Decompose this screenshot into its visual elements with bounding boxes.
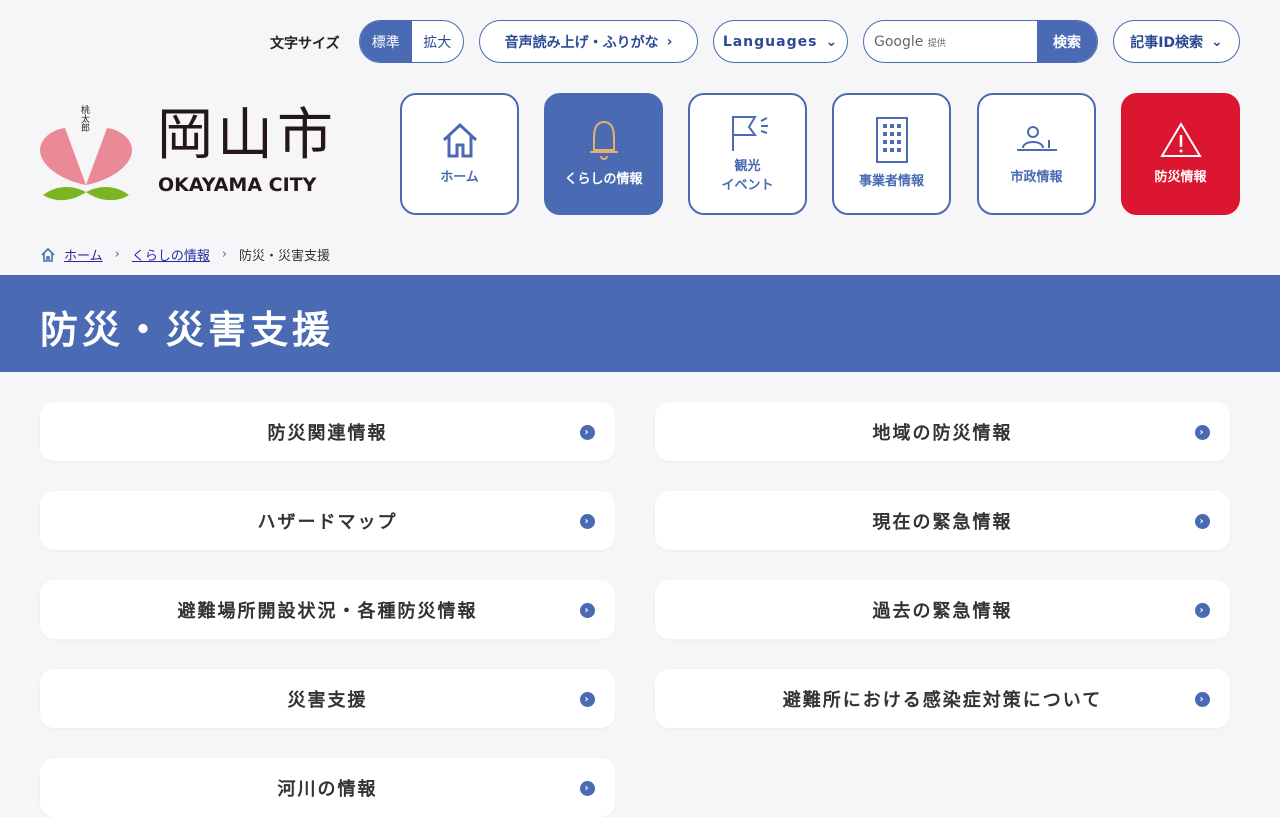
breadcrumb-parent-link[interactable]: くらしの情報 (132, 245, 210, 264)
breadcrumb: ホーム › くらしの情報 › 防災・災害支援 (40, 245, 330, 264)
category-link-card[interactable]: 現在の緊急情報 › (655, 491, 1230, 550)
font-standard-button[interactable]: 標準 (360, 21, 412, 62)
chevron-circle-icon: › (580, 781, 595, 796)
card-label: ハザードマップ (257, 511, 398, 533)
category-link-card[interactable]: 災害支援 › (40, 669, 615, 728)
nav-label: 事業者情報 (858, 174, 924, 190)
nav-label: 市政情報 (1010, 170, 1063, 186)
languages-label: Languages (722, 33, 818, 50)
card-label: 現在の緊急情報 (872, 511, 1013, 533)
bell-icon (589, 121, 618, 161)
article-id-search-button[interactable]: 記事ID検索 ⌄ (1113, 20, 1240, 63)
chevron-right-icon: › (114, 247, 120, 262)
chevron-circle-icon: › (1195, 692, 1210, 707)
breadcrumb-home-link[interactable]: ホーム (64, 245, 103, 264)
flag-icon (731, 115, 768, 151)
category-link-card[interactable]: 過去の緊急情報 › (655, 580, 1230, 639)
font-size-toggle: 標準 拡大 (359, 20, 464, 63)
card-label: 河川の情報 (277, 778, 378, 800)
card-label: 過去の緊急情報 (872, 600, 1013, 622)
font-large-button[interactable]: 拡大 (412, 32, 464, 52)
warning-icon (1159, 122, 1202, 158)
google-logo: Google (874, 33, 924, 50)
category-link-card[interactable]: 防災関連情報 › (40, 402, 615, 461)
card-label: 地域の防災情報 (872, 422, 1013, 444)
nav-living[interactable]: くらしの情報 (544, 93, 663, 215)
chevron-circle-icon: › (580, 603, 595, 618)
logo-name-ja: 岡山市 (157, 103, 337, 168)
category-link-card[interactable]: 避難所における感染症対策について › (655, 669, 1230, 728)
category-link-card[interactable]: 避難場所開設状況・各種防災情報 › (40, 580, 615, 639)
svg-text:桃太郎: 桃太郎 (79, 104, 90, 133)
read-aloud-button[interactable]: 音声読み上げ・ふりがな › (479, 20, 698, 63)
nav-tourism[interactable]: 観光 イベント (688, 93, 807, 215)
nav-city-admin[interactable]: 市政情報 (977, 93, 1096, 215)
card-label: 災害支援 (287, 689, 368, 711)
nav-disaster[interactable]: 防災情報 (1121, 93, 1240, 215)
chevron-down-icon: ⌄ (825, 33, 839, 50)
nav-label: ホーム (440, 170, 479, 186)
nav-label: くらしの情報 (564, 172, 643, 188)
search-box: Google 提供 検索 (863, 20, 1098, 63)
category-link-card[interactable]: 地域の防災情報 › (655, 402, 1230, 461)
chevron-circle-icon: › (1195, 425, 1210, 440)
languages-button[interactable]: Languages ⌄ (713, 20, 848, 63)
peach-logo-icon: 桃太郎 (40, 104, 132, 201)
page-title: 防災・災害支援 (40, 308, 335, 352)
card-label: 防災関連情報 (267, 422, 388, 444)
breadcrumb-current: 防災・災害支援 (239, 249, 331, 264)
home-icon (41, 247, 55, 262)
chevron-down-icon: ⌄ (1211, 33, 1223, 50)
site-logo[interactable]: 桃太郎 岡山市 OKAYAMA CITY (40, 100, 340, 210)
category-link-card[interactable]: ハザードマップ › (40, 491, 615, 550)
chevron-right-icon: › (666, 33, 673, 50)
chevron-circle-icon: › (580, 425, 595, 440)
category-link-card[interactable]: 河川の情報 › (40, 758, 615, 817)
chevron-circle-icon: › (580, 514, 595, 529)
home-icon (442, 123, 477, 158)
card-label: 避難場所開設状況・各種防災情報 (177, 600, 478, 622)
chevron-circle-icon: › (1195, 514, 1210, 529)
read-aloud-label: 音声読み上げ・ふりがな (504, 34, 659, 51)
font-size-label: 文字サイズ (270, 36, 340, 52)
nav-home[interactable]: ホーム (400, 93, 519, 215)
search-input[interactable]: Google 提供 (864, 34, 1037, 50)
chevron-circle-icon: › (1195, 603, 1210, 618)
nav-label: 防災情報 (1154, 170, 1207, 186)
podium-speaker-icon (1016, 126, 1057, 152)
nav-business[interactable]: 事業者情報 (832, 93, 951, 215)
logo-name-en: OKAYAMA CITY (158, 174, 317, 196)
chevron-circle-icon: › (580, 692, 595, 707)
chevron-right-icon: › (221, 247, 228, 262)
search-button[interactable]: 検索 (1037, 21, 1097, 62)
page-title-banner: 防災・災害支援 (0, 275, 1280, 372)
nav-label: 観光 イベント (721, 158, 774, 194)
search-provider-suffix: 提供 (927, 38, 946, 49)
card-label: 避難所における感染症対策について (782, 689, 1103, 711)
building-icon (875, 117, 908, 164)
article-id-search-label: 記事ID検索 (1130, 34, 1204, 51)
